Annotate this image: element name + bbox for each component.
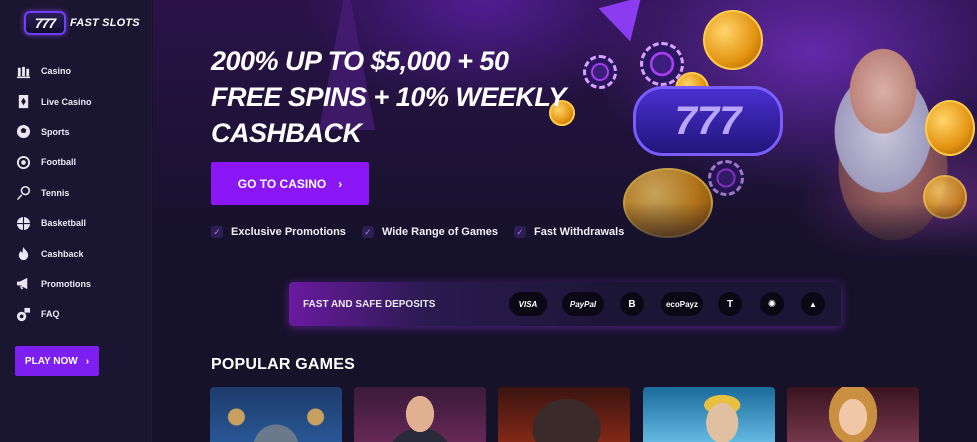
slot-machine-image: 777 bbox=[633, 86, 783, 156]
chevron-right-icon: › bbox=[338, 176, 343, 191]
live-dealer-woman-game bbox=[787, 387, 919, 442]
feature-item: ✓ Wide Range of Games bbox=[361, 226, 498, 238]
deposits-bar: FAST AND SAFE DEPOSITS VISA PayPal B eco… bbox=[289, 282, 841, 326]
cardano-icon[interactable]: ✺ bbox=[760, 292, 784, 316]
cards-icon bbox=[15, 94, 31, 110]
paypal-icon[interactable]: PayPal bbox=[562, 292, 604, 316]
feature-label: Exclusive Promotions bbox=[231, 226, 346, 238]
chevron-right-icon: › bbox=[85, 355, 90, 367]
werewolf-game bbox=[498, 387, 630, 442]
bitcoin-icon[interactable]: B bbox=[620, 292, 644, 316]
megaphone-icon bbox=[15, 276, 31, 292]
feature-label: Wide Range of Games bbox=[381, 226, 498, 238]
popular-games-title: POPULAR GAMES bbox=[211, 356, 355, 373]
visa-icon[interactable]: VISA bbox=[509, 292, 547, 316]
sidebar-item-label: Live Casino bbox=[41, 96, 92, 107]
sidebar: 777 FAST SLOTS Casino Live Casino Sports… bbox=[0, 0, 152, 442]
sidebar-item-tennis[interactable]: Tennis bbox=[0, 178, 152, 208]
sidebar-item-label: Cashback bbox=[41, 248, 84, 259]
live-dealer-man-game bbox=[354, 387, 486, 442]
sidebar-item-label: Promotions bbox=[41, 278, 92, 289]
hero-headline: 200% UP TO $5,000 + 50 FREE SPINS + 10% … bbox=[211, 46, 566, 148]
poseidon-game bbox=[643, 387, 775, 442]
viking-helmet-game bbox=[210, 387, 342, 442]
gold-coin-image bbox=[925, 100, 975, 156]
go-to-casino-button[interactable]: GO TO CASINO › bbox=[211, 162, 369, 205]
casino-icon bbox=[15, 63, 31, 79]
play-now-label: PLAY NOW bbox=[24, 355, 78, 367]
sidebar-item-live-casino[interactable]: Live Casino bbox=[0, 86, 152, 116]
feature-item: ✓ Fast Withdrawals bbox=[513, 226, 625, 238]
game-card[interactable] bbox=[354, 387, 486, 442]
sidebar-item-basketball[interactable]: Basketball bbox=[0, 208, 152, 238]
sports-ball-icon bbox=[15, 124, 31, 140]
check-icon: ✓ bbox=[513, 226, 526, 238]
check-icon: ✓ bbox=[361, 226, 374, 238]
fast-slots-logo[interactable]: 777 FAST SLOTS bbox=[24, 10, 140, 36]
ecopayz-icon[interactable]: ecoPayz bbox=[661, 292, 703, 316]
tron-icon[interactable]: ▲ bbox=[801, 292, 825, 316]
casino-chip-image bbox=[640, 42, 684, 86]
game-card[interactable] bbox=[787, 387, 919, 442]
sidebar-item-label: Sports bbox=[41, 126, 70, 137]
football-icon bbox=[15, 154, 31, 170]
casino-chip-image bbox=[583, 55, 617, 89]
sidebar-item-label: Basketball bbox=[41, 218, 87, 229]
sidebar-item-casino[interactable]: Casino bbox=[0, 56, 152, 86]
sidebar-item-faq[interactable]: FAQ bbox=[0, 299, 152, 329]
game-card[interactable] bbox=[498, 387, 630, 442]
sidebar-item-promotions[interactable]: Promotions bbox=[0, 269, 152, 299]
deposits-title: FAST AND SAFE DEPOSITS bbox=[303, 298, 436, 310]
feature-list: ✓ Exclusive Promotions ✓ Wide Range of G… bbox=[211, 226, 624, 238]
logo-text: FAST SLOTS bbox=[70, 17, 140, 29]
casino-chip-image bbox=[708, 160, 744, 196]
hero-banner: 777 200% UP TO $5,000 + 50 FREE SPINS + … bbox=[153, 0, 977, 262]
game-card[interactable] bbox=[643, 387, 775, 442]
faq-icon bbox=[15, 306, 31, 322]
sidebar-item-cashback[interactable]: Cashback bbox=[0, 238, 152, 268]
go-to-casino-label: GO TO CASINO bbox=[237, 176, 327, 191]
sidebar-nav: Casino Live Casino Sports Football Tenni… bbox=[0, 56, 152, 330]
play-now-button[interactable]: PLAY NOW › bbox=[15, 346, 99, 376]
decorative-crystal bbox=[598, 0, 652, 48]
gold-coin-image bbox=[703, 10, 763, 70]
basketball-icon bbox=[15, 215, 31, 231]
sidebar-item-label: FAQ bbox=[41, 309, 60, 320]
tether-icon[interactable]: T bbox=[718, 292, 742, 316]
check-icon: ✓ bbox=[211, 226, 223, 238]
sidebar-item-sports[interactable]: Sports bbox=[0, 117, 152, 147]
fire-icon bbox=[15, 246, 31, 262]
sidebar-item-label: Casino bbox=[41, 66, 72, 77]
logo-badge: 777 bbox=[24, 11, 66, 35]
tennis-icon bbox=[15, 185, 31, 201]
feature-item: ✓ Exclusive Promotions bbox=[211, 226, 346, 238]
sidebar-item-football[interactable]: Football bbox=[0, 147, 152, 177]
game-card[interactable] bbox=[210, 387, 342, 442]
sidebar-item-label: Football bbox=[41, 157, 76, 168]
sidebar-item-label: Tennis bbox=[41, 187, 70, 198]
feature-label: Fast Withdrawals bbox=[533, 226, 625, 238]
